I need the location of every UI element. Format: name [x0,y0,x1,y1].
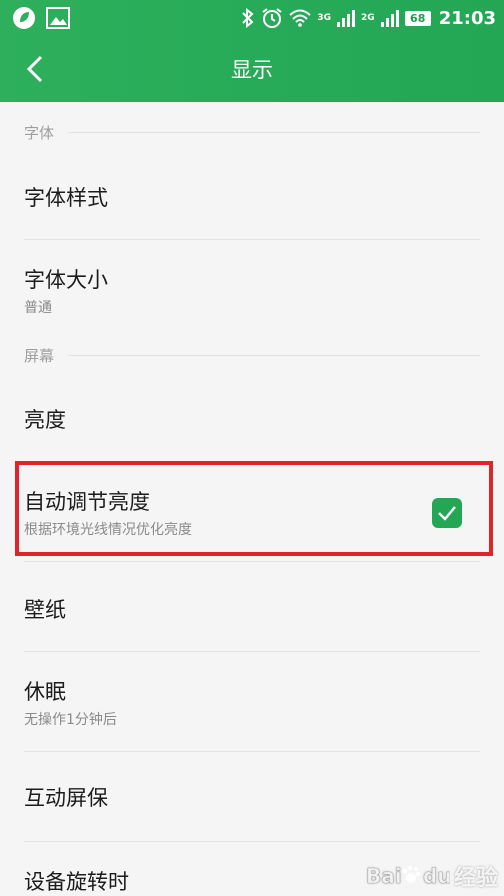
settings-row-sleep[interactable]: 休眠 无操作1分钟后 [0,652,504,752]
signal-icon-2 [380,10,399,27]
app-leaf-icon [13,7,35,29]
section-divider [68,131,480,133]
status-clock: 21:03 [438,7,496,29]
check-icon [438,506,456,521]
alarm-icon [262,8,282,28]
bluetooth-icon [242,7,254,29]
settings-row-wallpaper[interactable]: 壁纸 [0,562,504,652]
settings-row-auto-brightness[interactable]: 自动调节亮度 根据环境光线情况优化亮度 [0,462,504,562]
settings-row-font-style[interactable]: 字体样式 [0,150,504,240]
baidu-paw-logo: Bai du [366,864,450,889]
row-title: 自动调节亮度 [24,490,150,514]
row-title: 休眠 [24,680,66,704]
section-label-font: 字体 [24,123,55,142]
svg-text:Bai: Bai [366,864,402,888]
section-header-screen: 屏幕 [24,345,480,365]
settings-row-font-size[interactable]: 字体大小 普通 [0,240,504,340]
wifi-icon [289,9,312,27]
settings-row-brightness[interactable]: 亮度 [0,372,504,462]
nav-bar: 显示 [0,36,504,102]
row-title: 字体大小 [24,268,108,292]
page-title: 显示 [231,58,273,82]
section-divider [68,354,480,356]
network-type-2: 2G [361,13,375,23]
battery-indicator: 68 [404,10,431,26]
settings-row-screensaver[interactable]: 互动屏保 [0,752,504,842]
row-title: 互动屏保 [24,786,108,810]
row-subtitle: 根据环境光线情况优化亮度 [24,522,192,538]
section-label-screen: 屏幕 [24,346,55,365]
section-header-font: 字体 [24,122,480,142]
baidu-watermark: Bai du 经验 [366,858,498,894]
status-bar: 3G 2G 68 21:03 [0,0,504,36]
row-title: 字体样式 [24,186,108,210]
app-header: 3G 2G 68 21:03 显示 [0,0,504,102]
svg-text:du: du [423,864,450,888]
row-title: 设备旋转时 [24,870,129,894]
row-title: 亮度 [24,408,66,432]
status-right-icons: 3G 2G 68 21:03 [241,6,496,30]
image-notification-icon [46,7,70,29]
row-title: 壁纸 [24,598,66,622]
row-subtitle: 普通 [24,300,52,316]
signal-icon-1 [337,10,356,27]
status-left-icons [12,6,70,30]
watermark-text: 经验 [453,866,498,891]
auto-brightness-checkbox[interactable] [432,498,462,528]
network-type-1: 3G [317,13,332,23]
row-subtitle: 无操作1分钟后 [24,712,117,728]
